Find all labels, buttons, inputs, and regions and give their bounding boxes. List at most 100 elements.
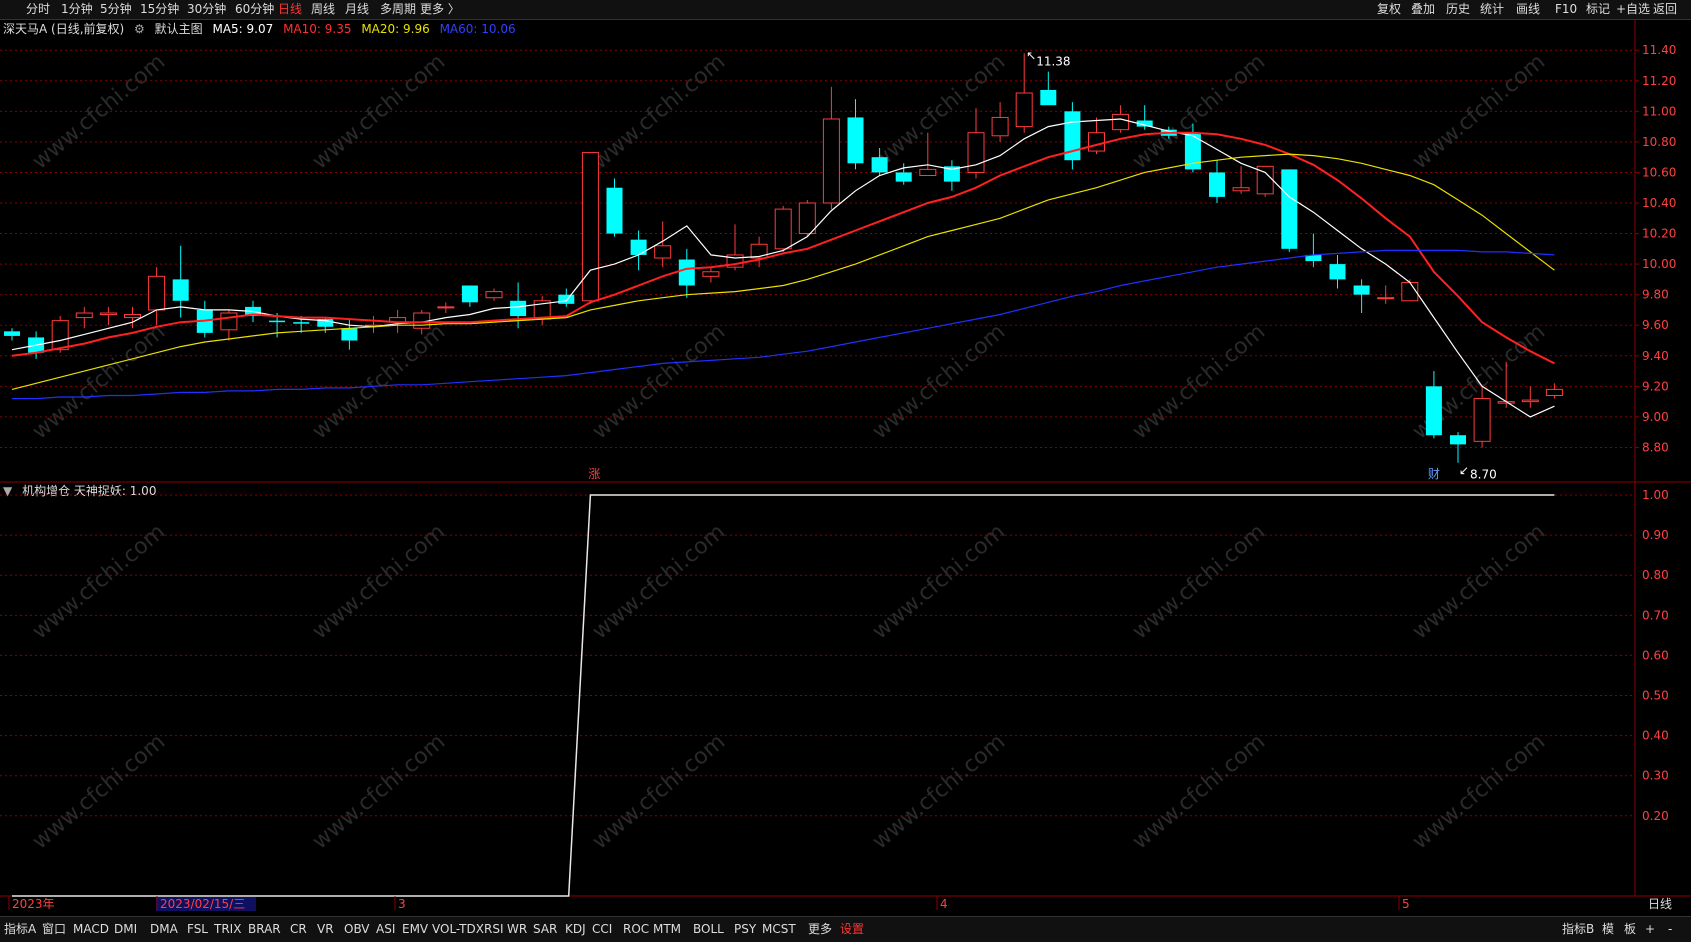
period-tab-4[interactable]: 30分钟 — [187, 1, 226, 18]
candle-body — [967, 132, 985, 173]
toolbar-right-8[interactable]: 返回 — [1653, 1, 1677, 18]
watermark-text: www.cfchi.com — [28, 519, 170, 644]
indicator-right-3[interactable]: + — [1645, 921, 1655, 938]
period-tab-5[interactable]: 60分钟 — [235, 1, 274, 18]
indicator-tab-10[interactable]: OBV — [344, 921, 370, 938]
indicator-tab-18[interactable]: CCI — [592, 921, 612, 938]
toolbar-right-4[interactable]: 画线 — [1516, 1, 1540, 18]
indicator-tab-11[interactable]: ASI — [376, 921, 395, 938]
toolbar-right-0[interactable]: 复权 — [1377, 1, 1401, 18]
marker-cai: 财 — [1428, 467, 1440, 481]
toolbar-right-7[interactable]: +自选 — [1616, 1, 1650, 18]
low-arrow: ↙ — [1459, 464, 1469, 478]
sub-y-tick-label: 0.60 — [1642, 648, 1669, 662]
candle-body — [871, 157, 888, 173]
watermark-text: www.cfchi.com — [1408, 49, 1550, 174]
candle-body — [702, 271, 720, 277]
candle-body — [630, 239, 647, 255]
indicator-tab-22[interactable]: PSY — [734, 921, 756, 938]
candle-body — [822, 118, 840, 204]
indicator-tab-3[interactable]: DMI — [114, 921, 137, 938]
candle-body — [1450, 435, 1466, 445]
period-tab-10[interactable]: 更多 〉 — [420, 1, 460, 18]
period-tab-9[interactable]: 多周期 — [380, 1, 416, 18]
indicator-tab-16[interactable]: SAR — [533, 921, 557, 938]
watermark-text: www.cfchi.com — [308, 319, 450, 444]
y-tick-label: 11.20 — [1642, 74, 1676, 88]
indicator-tab-13[interactable]: VOL-TDX — [432, 921, 484, 938]
toolbar-right-2[interactable]: 历史 — [1446, 1, 1470, 18]
y-tick-label: 9.80 — [1642, 288, 1669, 302]
indicator-tab-21[interactable]: BOLL — [693, 921, 724, 938]
indicator-tab-14[interactable]: RSI — [484, 921, 504, 938]
candle-body — [1015, 92, 1033, 128]
period-tab-6[interactable]: 日线 — [278, 1, 302, 18]
watermark-text: www.cfchi.com — [1128, 729, 1270, 854]
watermark-text: www.cfchi.com — [1408, 729, 1550, 854]
y-tick-label: 9.20 — [1642, 379, 1669, 393]
candle-body — [774, 208, 792, 250]
candle-body — [847, 117, 864, 164]
candle-body — [510, 300, 527, 317]
candle-body — [1521, 399, 1539, 403]
candle-body — [51, 320, 69, 351]
low-price-label: 8.70 — [1470, 468, 1497, 482]
indicator-tab-23[interactable]: MCST — [762, 921, 796, 938]
indicator-right-2[interactable]: 板 — [1624, 921, 1636, 938]
y-tick-label: 10.20 — [1642, 227, 1676, 241]
x-axis-label: 2023/02/15/三 — [160, 897, 245, 911]
candle-body — [895, 172, 912, 182]
indicator-tab-7[interactable]: BRAR — [248, 921, 281, 938]
period-tab-7[interactable]: 周线 — [311, 1, 335, 18]
period-tab-0[interactable]: 分时 — [26, 1, 50, 18]
indicator-tab-5[interactable]: FSL — [187, 921, 208, 938]
watermark-text: www.cfchi.com — [28, 319, 170, 444]
candle-body — [654, 245, 672, 259]
toolbar-right-5[interactable]: F10 — [1555, 1, 1577, 18]
toolbar-right-6[interactable]: 标记 — [1586, 1, 1610, 18]
candle-body — [269, 320, 286, 323]
indicator-right-1[interactable]: 模 — [1602, 921, 1614, 938]
candle-body — [678, 259, 695, 286]
indicator-right-0[interactable]: 指标B — [1562, 921, 1594, 938]
watermark-text: www.cfchi.com — [868, 729, 1010, 854]
candle-body — [581, 152, 599, 302]
candle-body — [437, 306, 455, 309]
indicator-tab-25[interactable]: 设置 — [840, 921, 864, 938]
price-chart[interactable]: 8.80 9.00 9.20 9.40 9.60 9.80 10.00 10.20 10.40 1… — [0, 20, 1691, 916]
indicator-tab-8[interactable]: CR — [290, 921, 307, 938]
toolbar-right-1[interactable]: 叠加 — [1411, 1, 1435, 18]
indicator-right-4[interactable]: - — [1668, 921, 1672, 938]
indicator-tab-1[interactable]: 窗口 — [42, 921, 66, 938]
candle-body — [558, 294, 575, 304]
candle-body — [919, 168, 937, 176]
indicator-tab-20[interactable]: MTM — [653, 921, 681, 938]
indicator-tab-12[interactable]: EMV — [402, 921, 428, 938]
period-tab-3[interactable]: 15分钟 — [140, 1, 179, 18]
period-tab-1[interactable]: 1分钟 — [61, 1, 93, 18]
candle-body — [4, 331, 20, 336]
watermark-text: www.cfchi.com — [868, 319, 1010, 444]
indicator-tab-19[interactable]: ROC — [623, 921, 649, 938]
watermark-text: www.cfchi.com — [868, 519, 1010, 644]
indicator-tab-9[interactable]: VR — [317, 921, 334, 938]
sub-y-tick-label: 0.80 — [1642, 568, 1669, 582]
toolbar-right-3[interactable]: 统计 — [1480, 1, 1504, 18]
candle-body — [172, 279, 189, 301]
period-tab-2[interactable]: 5分钟 — [100, 1, 132, 18]
indicator-tab-6[interactable]: TRIX — [214, 921, 241, 938]
indicator-tab-24[interactable]: 更多 — [808, 921, 832, 938]
candle-body — [293, 322, 310, 324]
period-tab-8[interactable]: 月线 — [345, 1, 369, 18]
sub-y-tick-label: 0.20 — [1642, 809, 1669, 823]
y-tick-label: 9.40 — [1642, 349, 1669, 363]
indicator-tab-17[interactable]: KDJ — [565, 921, 586, 938]
indicator-tab-15[interactable]: WR — [507, 921, 527, 938]
candle-body — [1353, 285, 1370, 295]
indicator-tab-2[interactable]: MACD — [73, 921, 109, 938]
indicator-tab-4[interactable]: DMA — [150, 921, 178, 938]
candle-body — [341, 328, 358, 341]
watermark-text: www.cfchi.com — [588, 519, 730, 644]
candle-body — [798, 202, 816, 235]
indicator-tab-0[interactable]: 指标A — [4, 921, 36, 938]
